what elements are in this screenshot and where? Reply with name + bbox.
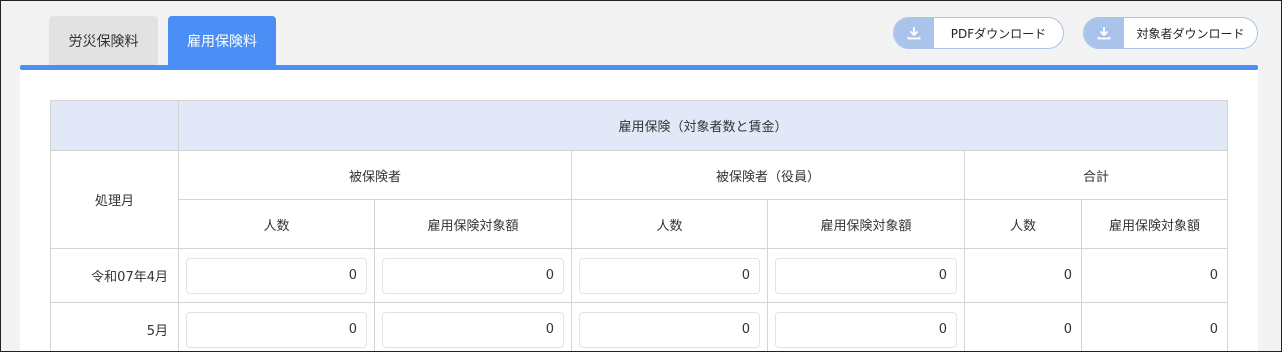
tab-label: 労災保険料 [68, 34, 139, 50]
row-header-month: 処理月 [50, 150, 179, 249]
tab-label: 雇用保険料 [187, 34, 257, 50]
insured-amount-input[interactable]: 0 [382, 257, 564, 294]
table-row: 令和07年4月 0 0 0 0 0 0 [50, 248, 1229, 303]
total-count-value: 0 [964, 302, 1082, 351]
month-cell: 令和07年4月 [50, 248, 179, 303]
total-count-value: 0 [964, 248, 1082, 303]
pdf-download-label: PDFダウンロード [950, 26, 1047, 41]
table-row: 5月 0 0 0 0 0 0 [50, 302, 1229, 351]
col-total-count: 人数 [964, 199, 1082, 249]
insured-amount-input[interactable]: 0 [382, 311, 564, 348]
main-frame: 労災保険料 雇用保険料 PDFダウンロード 対象者ダウンロード 雇用保険（対象者… [0, 0, 1282, 352]
group-total: 合計 [963, 150, 1229, 200]
pdf-download-button[interactable]: PDFダウンロード [893, 17, 1064, 49]
group-officer: 被保険者（役員） [571, 150, 965, 200]
tab-employment-insurance[interactable]: 雇用保険料 [168, 16, 276, 66]
tab-workers-comp[interactable]: 労災保険料 [49, 16, 158, 66]
corner-cell [50, 100, 179, 151]
group-insured: 被保険者 [178, 150, 572, 200]
insured-count-input[interactable]: 0 [186, 257, 367, 294]
download-icon [894, 18, 934, 48]
employment-insurance-table: 雇用保険（対象者数と賃金） 処理月 被保険者 被保険者（役員） 合計 人数 雇用… [50, 100, 1229, 351]
col-insured-amount: 雇用保険対象額 [374, 199, 572, 249]
month-cell: 5月 [50, 302, 179, 351]
total-amount-value: 0 [1080, 248, 1229, 303]
insured-count-input[interactable]: 0 [186, 311, 367, 348]
target-download-button[interactable]: 対象者ダウンロード [1083, 17, 1258, 49]
target-download-label: 対象者ダウンロード [1136, 26, 1245, 41]
group-header: 雇用保険（対象者数と賃金） [177, 100, 1229, 151]
officer-count-input[interactable]: 0 [579, 311, 760, 348]
col-officer-count: 人数 [571, 199, 768, 249]
officer-amount-input[interactable]: 0 [775, 257, 957, 294]
officer-count-input[interactable]: 0 [579, 257, 760, 294]
download-icon [1084, 18, 1124, 48]
col-officer-amount: 雇用保険対象額 [767, 199, 965, 249]
col-insured-count: 人数 [178, 199, 375, 249]
total-amount-value: 0 [1080, 302, 1229, 351]
officer-amount-input[interactable]: 0 [775, 311, 957, 348]
col-total-amount: 雇用保険対象額 [1080, 199, 1229, 249]
